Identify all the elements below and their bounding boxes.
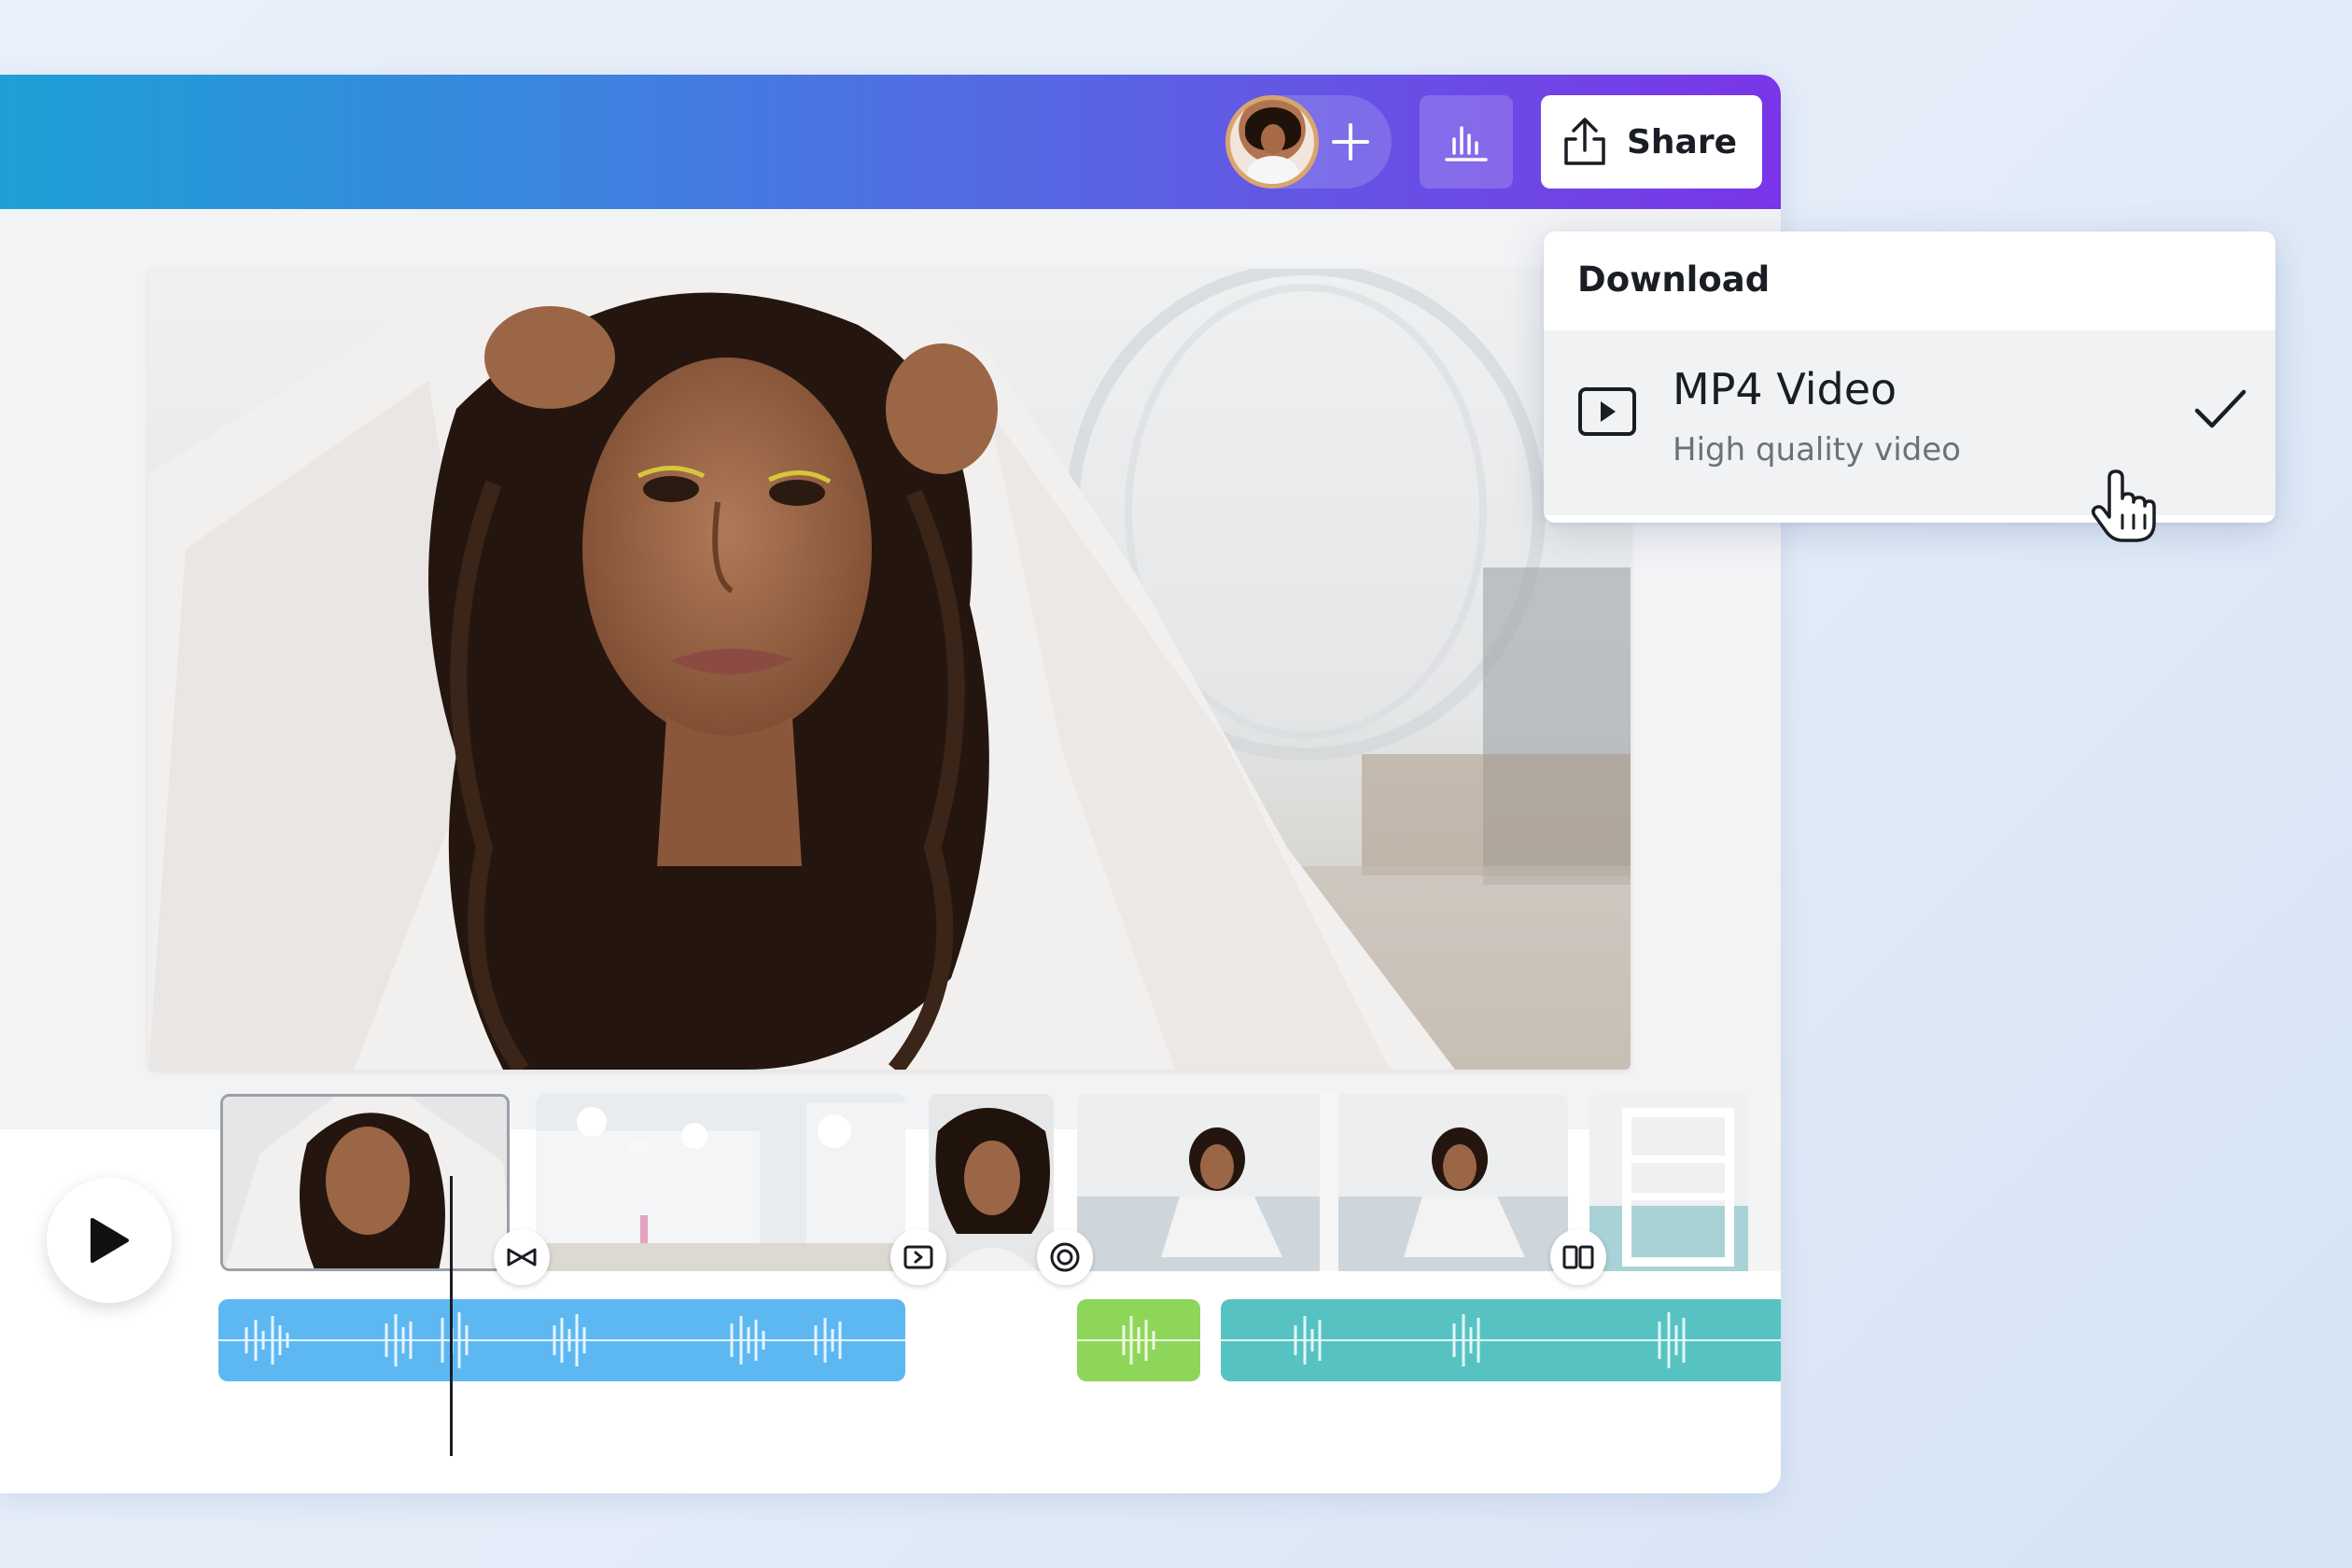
plus-icon [1332, 123, 1369, 161]
mp4-video-title: MP4 Video [1673, 364, 1897, 414]
bowtie-icon [507, 1248, 537, 1267]
clip-4-thumbnail [1077, 1094, 1568, 1271]
waveform-1 [218, 1312, 905, 1368]
clip-3-thumbnail [929, 1094, 1054, 1271]
user-avatar[interactable] [1225, 95, 1319, 189]
video-clip-2[interactable] [536, 1094, 905, 1271]
circle-target-icon [1050, 1242, 1080, 1272]
insights-button[interactable] [1420, 95, 1513, 189]
split-icon [1562, 1245, 1594, 1269]
bar-chart-icon [1445, 126, 1488, 161]
preview-photo [148, 269, 1631, 1070]
check-icon [2194, 389, 2247, 428]
hand-pointer-icon [2091, 469, 2156, 542]
clip-1-thumbnail [223, 1097, 507, 1268]
video-clip-3[interactable] [929, 1094, 1054, 1271]
mp4-video-subtitle: High quality video [1673, 431, 1961, 469]
clip-2-thumbnail [536, 1094, 905, 1271]
slide-icon [903, 1245, 933, 1269]
add-collaborator-button[interactable] [1309, 95, 1393, 189]
mp4-video-option[interactable]: MP4 Video High quality video [1544, 330, 2275, 515]
audio-track-1[interactable] [218, 1299, 905, 1381]
share-button-label: Share [1627, 122, 1738, 161]
transition-button-3[interactable] [1037, 1229, 1093, 1285]
audio-track-3[interactable] [1221, 1299, 1781, 1381]
share-button[interactable]: Share [1541, 95, 1762, 189]
top-toolbar [0, 75, 1781, 209]
dropdown-title: Download [1577, 259, 1771, 300]
transition-button-4[interactable] [1550, 1229, 1606, 1285]
video-clip-5[interactable] [1589, 1094, 1781, 1271]
audio-track-2[interactable] [1077, 1299, 1200, 1381]
play-icon [91, 1218, 129, 1263]
play-button[interactable] [47, 1178, 172, 1303]
clip-5-thumbnail [1589, 1094, 1781, 1271]
editor-window: Share [0, 75, 1781, 1493]
transition-button-1[interactable] [494, 1229, 550, 1285]
transition-button-2[interactable] [890, 1229, 946, 1285]
playhead-line[interactable] [450, 1176, 453, 1456]
video-clip-4[interactable] [1077, 1094, 1568, 1271]
play-video-icon [1578, 387, 1636, 436]
video-preview[interactable] [148, 269, 1631, 1070]
upload-icon [1564, 118, 1605, 165]
waveform-2 [1077, 1316, 1200, 1365]
download-dropdown: Download MP4 Video High quality video [1544, 231, 2275, 523]
waveform-3 [1221, 1312, 1781, 1368]
video-clip-1[interactable] [220, 1094, 510, 1271]
